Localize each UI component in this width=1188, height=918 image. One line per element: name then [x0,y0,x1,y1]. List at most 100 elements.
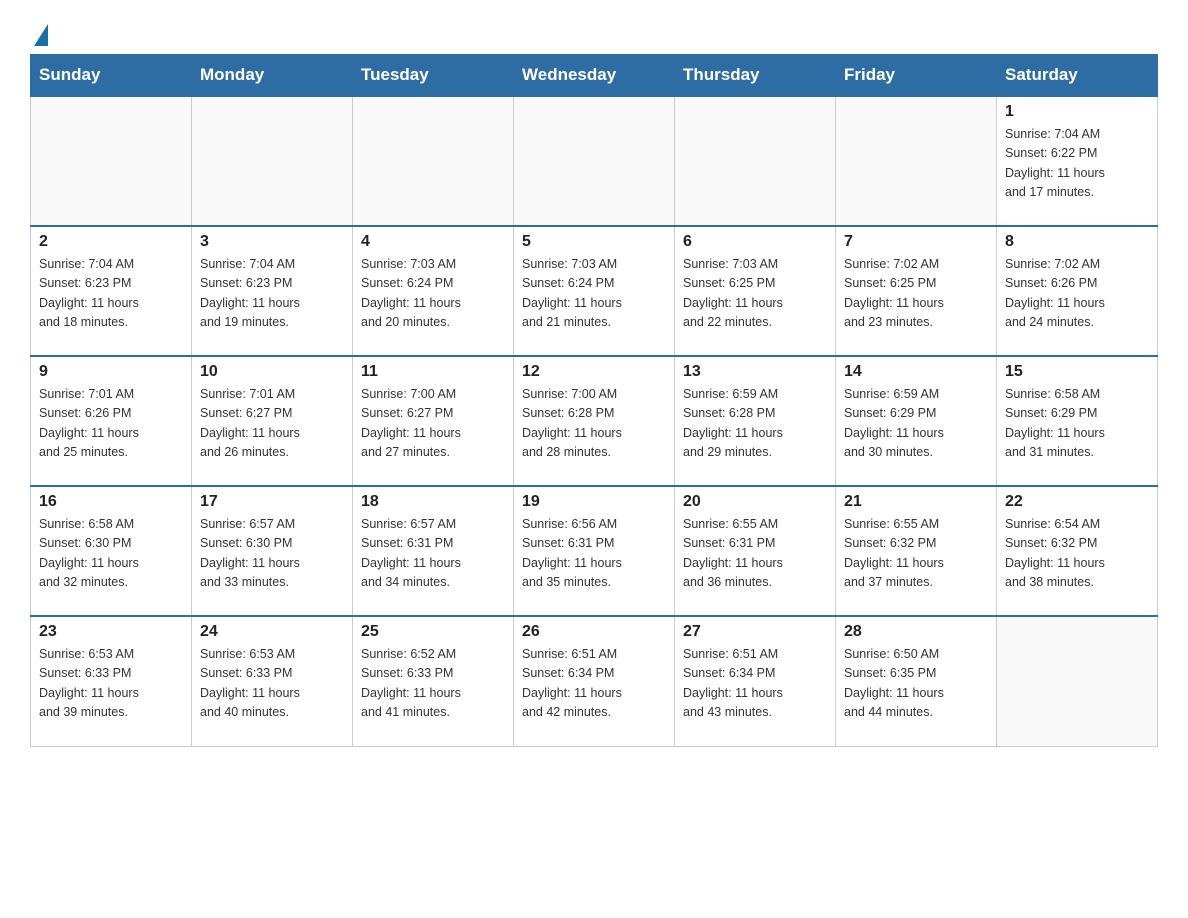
day-info: Sunrise: 6:51 AMSunset: 6:34 PMDaylight:… [522,645,666,723]
day-number: 24 [200,623,344,641]
calendar-cell: 4 Sunrise: 7:03 AMSunset: 6:24 PMDaylight… [353,226,514,356]
day-number: 10 [200,363,344,381]
calendar-cell: 26 Sunrise: 6:51 AMSunset: 6:34 PMDayligh… [514,616,675,746]
day-number: 19 [522,493,666,511]
calendar-cell [836,96,997,226]
day-info: Sunrise: 6:59 AMSunset: 6:28 PMDaylight:… [683,385,827,463]
day-number: 22 [1005,493,1149,511]
calendar-cell: 16Sunrise: 6:58 AMSunset: 6:30 PMDayligh… [31,486,192,616]
day-info: Sunrise: 7:03 AMSunset: 6:25 PMDaylight:… [683,255,827,333]
day-number: 8 [1005,233,1149,251]
day-number: 4 [361,233,505,251]
calendar-cell: 24 Sunrise: 6:53 AMSunset: 6:33 PMDayligh… [192,616,353,746]
calendar-cell [675,96,836,226]
day-number: 17 [200,493,344,511]
day-info: Sunrise: 7:04 AMSunset: 6:22 PMDaylight:… [1005,125,1149,203]
day-number: 21 [844,493,988,511]
calendar-cell [997,616,1158,746]
calendar-col-monday: Monday [192,55,353,97]
calendar-cell: 9 Sunrise: 7:01 AMSunset: 6:26 PMDaylight… [31,356,192,486]
day-info: Sunrise: 6:58 AMSunset: 6:30 PMDaylight:… [39,515,183,593]
calendar-week-row: 9 Sunrise: 7:01 AMSunset: 6:26 PMDaylight… [31,356,1158,486]
calendar-col-sunday: Sunday [31,55,192,97]
calendar-cell: 14 Sunrise: 6:59 AMSunset: 6:29 PMDayligh… [836,356,997,486]
day-info: Sunrise: 7:02 AMSunset: 6:25 PMDaylight:… [844,255,988,333]
day-info: Sunrise: 7:00 AMSunset: 6:28 PMDaylight:… [522,385,666,463]
calendar-col-tuesday: Tuesday [353,55,514,97]
day-number: 14 [844,363,988,381]
day-info: Sunrise: 7:04 AMSunset: 6:23 PMDaylight:… [39,255,183,333]
calendar-week-row: 2 Sunrise: 7:04 AMSunset: 6:23 PMDaylight… [31,226,1158,356]
calendar-cell: 11 Sunrise: 7:00 AMSunset: 6:27 PMDayligh… [353,356,514,486]
calendar-cell: 22 Sunrise: 6:54 AMSunset: 6:32 PMDayligh… [997,486,1158,616]
day-info: Sunrise: 6:57 AMSunset: 6:31 PMDaylight:… [361,515,505,593]
calendar-cell: 19 Sunrise: 6:56 AMSunset: 6:31 PMDayligh… [514,486,675,616]
calendar-cell: 17 Sunrise: 6:57 AMSunset: 6:30 PMDayligh… [192,486,353,616]
day-number: 11 [361,363,505,381]
calendar-cell: 10 Sunrise: 7:01 AMSunset: 6:27 PMDayligh… [192,356,353,486]
day-info: Sunrise: 6:55 AMSunset: 6:32 PMDaylight:… [844,515,988,593]
calendar-cell: 27 Sunrise: 6:51 AMSunset: 6:34 PMDayligh… [675,616,836,746]
calendar-cell [353,96,514,226]
page-header [30,20,1158,44]
day-number: 28 [844,623,988,641]
calendar-cell: 2 Sunrise: 7:04 AMSunset: 6:23 PMDaylight… [31,226,192,356]
day-number: 1 [1005,103,1149,121]
day-info: Sunrise: 6:58 AMSunset: 6:29 PMDaylight:… [1005,385,1149,463]
day-number: 25 [361,623,505,641]
day-number: 20 [683,493,827,511]
day-number: 5 [522,233,666,251]
calendar-cell: 21 Sunrise: 6:55 AMSunset: 6:32 PMDayligh… [836,486,997,616]
calendar-week-row: 16Sunrise: 6:58 AMSunset: 6:30 PMDayligh… [31,486,1158,616]
day-info: Sunrise: 7:01 AMSunset: 6:26 PMDaylight:… [39,385,183,463]
day-info: Sunrise: 6:50 AMSunset: 6:35 PMDaylight:… [844,645,988,723]
calendar-cell: 3 Sunrise: 7:04 AMSunset: 6:23 PMDaylight… [192,226,353,356]
day-number: 15 [1005,363,1149,381]
calendar-cell: 5 Sunrise: 7:03 AMSunset: 6:24 PMDaylight… [514,226,675,356]
day-number: 26 [522,623,666,641]
day-info: Sunrise: 7:04 AMSunset: 6:23 PMDaylight:… [200,255,344,333]
calendar-cell: 18 Sunrise: 6:57 AMSunset: 6:31 PMDayligh… [353,486,514,616]
calendar-cell: 1 Sunrise: 7:04 AMSunset: 6:22 PMDaylight… [997,96,1158,226]
day-number: 9 [39,363,183,381]
day-info: Sunrise: 6:55 AMSunset: 6:31 PMDaylight:… [683,515,827,593]
calendar-week-row: 23Sunrise: 6:53 AMSunset: 6:33 PMDayligh… [31,616,1158,746]
day-info: Sunrise: 6:53 AMSunset: 6:33 PMDaylight:… [200,645,344,723]
calendar-cell: 28 Sunrise: 6:50 AMSunset: 6:35 PMDayligh… [836,616,997,746]
calendar-cell: 25 Sunrise: 6:52 AMSunset: 6:33 PMDayligh… [353,616,514,746]
day-info: Sunrise: 6:52 AMSunset: 6:33 PMDaylight:… [361,645,505,723]
day-info: Sunrise: 6:51 AMSunset: 6:34 PMDaylight:… [683,645,827,723]
calendar-cell: 8 Sunrise: 7:02 AMSunset: 6:26 PMDaylight… [997,226,1158,356]
logo [30,20,48,44]
logo-triangle-icon [34,24,48,46]
day-info: Sunrise: 6:57 AMSunset: 6:30 PMDaylight:… [200,515,344,593]
calendar-col-wednesday: Wednesday [514,55,675,97]
calendar-cell [514,96,675,226]
day-number: 27 [683,623,827,641]
day-number: 2 [39,233,183,251]
day-info: Sunrise: 6:59 AMSunset: 6:29 PMDaylight:… [844,385,988,463]
day-number: 18 [361,493,505,511]
calendar-table: SundayMondayTuesdayWednesdayThursdayFrid… [30,54,1158,747]
day-info: Sunrise: 7:00 AMSunset: 6:27 PMDaylight:… [361,385,505,463]
day-info: Sunrise: 6:54 AMSunset: 6:32 PMDaylight:… [1005,515,1149,593]
day-info: Sunrise: 7:03 AMSunset: 6:24 PMDaylight:… [522,255,666,333]
day-info: Sunrise: 7:02 AMSunset: 6:26 PMDaylight:… [1005,255,1149,333]
day-number: 13 [683,363,827,381]
calendar-cell: 13 Sunrise: 6:59 AMSunset: 6:28 PMDayligh… [675,356,836,486]
calendar-week-row: 1 Sunrise: 7:04 AMSunset: 6:22 PMDaylight… [31,96,1158,226]
day-info: Sunrise: 6:56 AMSunset: 6:31 PMDaylight:… [522,515,666,593]
day-info: Sunrise: 7:01 AMSunset: 6:27 PMDaylight:… [200,385,344,463]
day-number: 7 [844,233,988,251]
calendar-col-friday: Friday [836,55,997,97]
calendar-header-row: SundayMondayTuesdayWednesdayThursdayFrid… [31,55,1158,97]
calendar-col-saturday: Saturday [997,55,1158,97]
day-info: Sunrise: 7:03 AMSunset: 6:24 PMDaylight:… [361,255,505,333]
day-info: Sunrise: 6:53 AMSunset: 6:33 PMDaylight:… [39,645,183,723]
calendar-cell: 6 Sunrise: 7:03 AMSunset: 6:25 PMDaylight… [675,226,836,356]
calendar-col-thursday: Thursday [675,55,836,97]
day-number: 6 [683,233,827,251]
calendar-cell: 12Sunrise: 7:00 AMSunset: 6:28 PMDayligh… [514,356,675,486]
calendar-cell: 7 Sunrise: 7:02 AMSunset: 6:25 PMDaylight… [836,226,997,356]
day-number: 3 [200,233,344,251]
